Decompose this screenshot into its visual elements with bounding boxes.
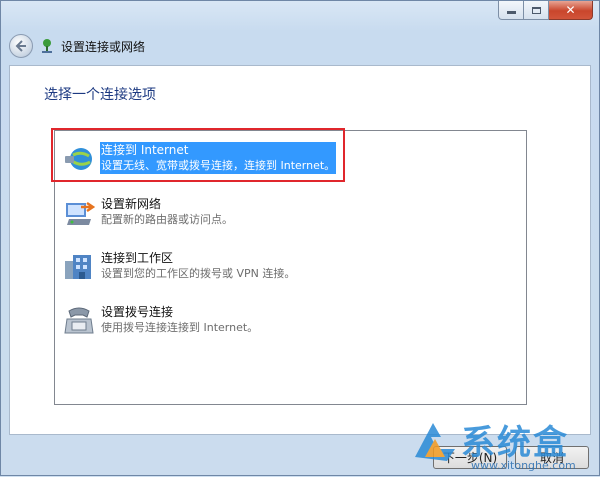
maximize-button[interactable]	[524, 1, 549, 20]
option-description: 设置到您的工作区的拨号或 VPN 连接。	[101, 267, 296, 280]
back-arrow-icon	[15, 40, 26, 52]
option-title: 连接到 Internet	[100, 142, 337, 158]
router-icon	[66, 201, 95, 225]
watermark-logo-icon	[415, 423, 455, 461]
minimize-button[interactable]	[498, 1, 524, 20]
caption-buttons: ✕	[498, 1, 593, 20]
globe-network-icon	[65, 148, 92, 170]
option-title: 设置拨号连接	[101, 305, 174, 319]
content-panel: 选择一个连接选项 连接到 Internet 设置无线、宽带或拨号连接，连接到 I…	[9, 65, 591, 435]
watermark: 系统盒 www.xitonghe.com	[409, 413, 600, 477]
minimize-icon	[506, 11, 516, 14]
dialog-window: ✕ 设置连接或网络 选择一个连接选项 连接到 Internet 设置无线、宽带或…	[0, 0, 600, 476]
close-button[interactable]: ✕	[549, 1, 593, 20]
maximize-icon	[531, 6, 541, 14]
page-heading: 选择一个连接选项	[44, 87, 156, 103]
watermark-text: 系统盒	[461, 423, 569, 463]
close-icon: ✕	[565, 3, 576, 17]
back-button[interactable]	[9, 34, 33, 58]
option-title: 连接到工作区	[101, 251, 174, 265]
option-title: 设置新网络	[101, 197, 162, 211]
telephone-modem-icon	[64, 307, 94, 334]
option-description: 配置新的路由器或访问点。	[101, 213, 233, 226]
option-setup-new-network[interactable]: 设置新网络 配置新的路由器或访问点。	[61, 193, 521, 233]
option-description: 设置无线、宽带或拨号连接，连接到 Internet。	[100, 158, 337, 174]
watermark-url: www.xitonghe.com	[471, 459, 576, 472]
window-title: 设置连接或网络	[61, 39, 146, 54]
option-connect-workplace[interactable]: 连接到工作区 设置到您的工作区的拨号或 VPN 连接。	[61, 247, 521, 287]
connection-options-list: 连接到 Internet 设置无线、宽带或拨号连接，连接到 Internet。 …	[54, 130, 527, 405]
navigation-bar: 设置连接或网络	[9, 33, 145, 59]
workplace-icon	[65, 255, 91, 279]
option-setup-dialup[interactable]: 设置拨号连接 使用拨号连接连接到 Internet。	[61, 301, 521, 341]
network-setup-icon	[39, 38, 55, 54]
option-connect-internet[interactable]: 连接到 Internet 设置无线、宽带或拨号连接，连接到 Internet。	[61, 139, 521, 179]
option-description: 使用拨号连接连接到 Internet。	[101, 321, 259, 334]
